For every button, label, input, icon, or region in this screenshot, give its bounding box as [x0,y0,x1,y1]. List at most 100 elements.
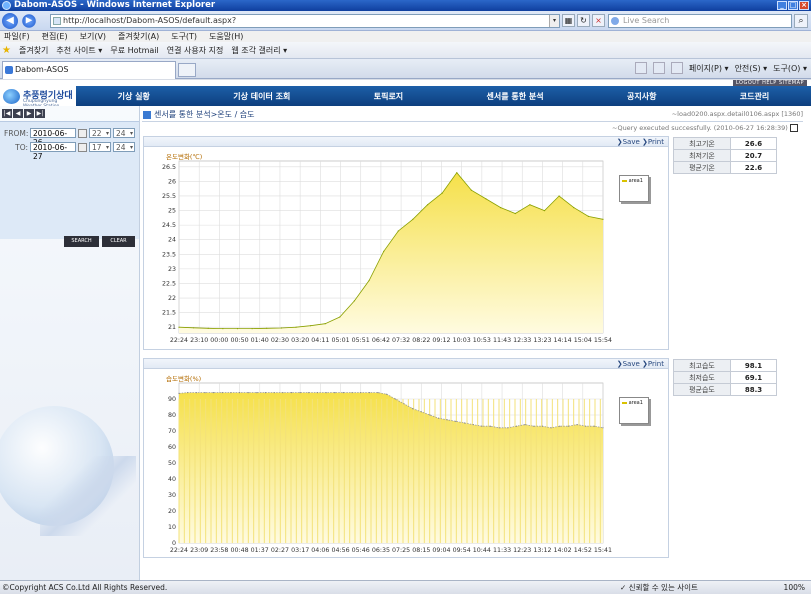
menu-item-5[interactable]: 도움말(H) [209,31,243,42]
window-controls: _ □ × [777,1,809,10]
to-date-input[interactable]: 2010-06-27 [30,142,76,161]
data-point [310,325,312,327]
stats-key: 평균기온 [673,161,731,174]
x-tick-label: 03:20 [291,337,309,344]
favorite-item-0[interactable]: 즐겨찾기 [19,45,48,56]
data-point [187,392,189,394]
zoom-level[interactable]: 100% [784,581,805,594]
favorite-item-1[interactable]: 추천 사이트 ▾ [56,45,102,56]
refresh-icon[interactable]: ↻ [577,14,590,27]
x-tick-label: 23:10 [190,337,208,344]
x-tick-label: 01:37 [251,547,269,554]
x-tick-label: 15:41 [594,547,612,554]
search-icon[interactable]: ⌕ [794,14,808,28]
x-tick-label: 05:01 [331,337,349,344]
x-tick-label: 10:44 [473,547,491,554]
data-point [420,411,422,413]
from-hour-select[interactable]: 22 [89,128,111,138]
to-hour2-select[interactable]: 24 [113,142,135,152]
clear-button[interactable]: CLEAR [102,236,135,247]
y-tick-label: 26.5 [162,164,176,171]
search-input[interactable]: Live Search [608,14,792,28]
feeds-icon[interactable] [652,62,665,74]
from-hour2-select[interactable]: 24 [113,128,135,138]
data-point [602,427,604,429]
x-tick-label: 06:42 [372,337,390,344]
x-tick-label: 00:50 [230,337,248,344]
next-page-icon[interactable]: ▶ [24,109,34,118]
y-tick-label: 23.5 [162,251,176,258]
print-icon[interactable] [670,62,683,74]
menu-item-0[interactable]: 파일(F) [4,31,30,42]
nav-item-5[interactable]: 코드관리 [740,91,769,102]
y-tick-label: 0 [172,540,176,547]
data-point [514,212,516,215]
y-tick-label: 90 [168,396,176,403]
nav-item-0[interactable]: 기상 실황 [118,91,150,102]
x-tick-label: 23:58 [210,547,228,554]
back-button[interactable]: ◀ [2,13,18,29]
command-item-0[interactable]: 페이지(P) ▾ [689,62,729,76]
x-tick-label: 01:40 [251,337,269,344]
menu-bar: 파일(F) 편집(E) 보기(V) 즐겨찾기(A) 도구(T) 도움말(H) [0,31,811,42]
home-icon[interactable] [634,62,647,74]
tab-dabom-asos[interactable]: Dabom-ASOS [2,61,176,79]
stats-value: 26.6 [730,137,777,150]
nav-item-2[interactable]: 토픽로지 [374,91,403,102]
stats-row: 평균기온 22.6 [673,161,777,174]
minimize-button[interactable]: _ [777,1,787,10]
query-status: ~Query executed successfully. (2010-06-2… [612,124,788,132]
nav-item-1[interactable]: 기상 데이터 조회 [233,91,290,102]
data-point [360,392,362,394]
from-date-input[interactable]: 2010-06-26 [30,128,76,147]
stats-key: 최고기온 [673,137,731,150]
calendar-icon[interactable] [78,142,87,152]
menu-item-2[interactable]: 보기(V) [80,31,106,42]
search-button[interactable]: SEARCH [64,236,99,247]
favorite-item-2[interactable]: 무료 Hotmail [110,45,158,56]
y-tick-label: 30 [168,492,176,499]
data-point [377,392,379,394]
calendar-icon[interactable] [78,128,87,138]
favorite-item-3[interactable]: 연결 사용자 지정 [167,45,224,56]
command-item-2[interactable]: 도구(O) ▾ [773,62,807,76]
new-tab-button[interactable] [178,63,196,77]
menu-item-3[interactable]: 즐겨찾기(A) [118,31,159,42]
first-page-icon[interactable]: |◀ [2,109,12,118]
data-point [529,204,531,206]
data-point [308,392,310,394]
y-tick-label: 50 [168,460,176,467]
data-point [559,425,561,427]
nav-item-4[interactable]: 공지사항 [627,91,656,102]
last-page-icon[interactable]: ▶| [35,109,45,118]
data-point [567,425,569,427]
data-point [412,218,414,220]
stop-icon[interactable]: × [592,14,605,27]
from-label: FROM: [4,128,29,138]
favorite-item-4[interactable]: 웹 조각 갤러리 ▾ [231,45,287,56]
address-dropdown-icon[interactable]: ▾ [549,15,559,27]
data-point [464,422,466,424]
menu-item-4[interactable]: 도구(T) [171,31,197,42]
close-button[interactable]: × [799,1,809,10]
compat-icon[interactable]: ▦ [562,14,575,27]
data-point [593,425,595,427]
favorites-star-icon[interactable]: ★ [2,45,11,56]
address-input[interactable]: http://localhost/Dabom-ASOS/default.aspx… [50,14,560,28]
data-point [438,417,440,419]
command-item-1[interactable]: 안전(S) ▾ [735,62,768,76]
security-zone: ✓ 신뢰할 수 있는 사이트 [620,583,698,592]
expand-icon[interactable] [790,124,798,132]
data-point [472,424,474,426]
menu-item-1[interactable]: 편집(E) [42,31,68,42]
data-point [456,172,458,174]
site-logo[interactable]: 추풍령기상대 Chupungnyung Weather Station [0,86,76,109]
maximize-button[interactable]: □ [788,1,798,10]
to-hour-select[interactable]: 17 [89,142,111,152]
forward-button[interactable]: ▶ [22,14,36,28]
prev-page-icon[interactable]: ◀ [13,109,23,118]
nav-item-3[interactable]: 센서를 통한 분석 [487,91,544,102]
data-point [266,327,268,329]
stats-key: 최고습도 [673,359,731,372]
data-point [383,250,385,252]
